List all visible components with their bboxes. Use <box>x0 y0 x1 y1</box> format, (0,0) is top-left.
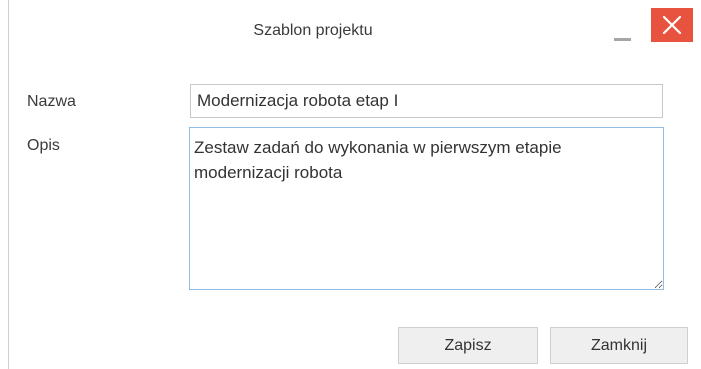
dialog-title: Szablon projektu <box>253 22 373 39</box>
close-icon <box>663 16 681 34</box>
name-input[interactable] <box>190 84 663 118</box>
minimize-icon <box>614 38 631 41</box>
project-template-dialog: Szablon projektu Nazwa Opis Zestaw zadań… <box>8 0 701 369</box>
description-label: Opis <box>27 137 60 154</box>
name-label: Nazwa <box>27 93 76 110</box>
save-button[interactable]: Zapisz <box>398 327 538 364</box>
close-dialog-button[interactable]: Zamknij <box>550 327 688 364</box>
minimize-button[interactable] <box>613 22 635 44</box>
dialog-titlebar[interactable]: Szablon projektu <box>9 0 701 56</box>
close-button[interactable] <box>651 8 693 42</box>
description-textarea[interactable]: Zestaw zadań do wykonania w pierwszym et… <box>189 127 664 290</box>
